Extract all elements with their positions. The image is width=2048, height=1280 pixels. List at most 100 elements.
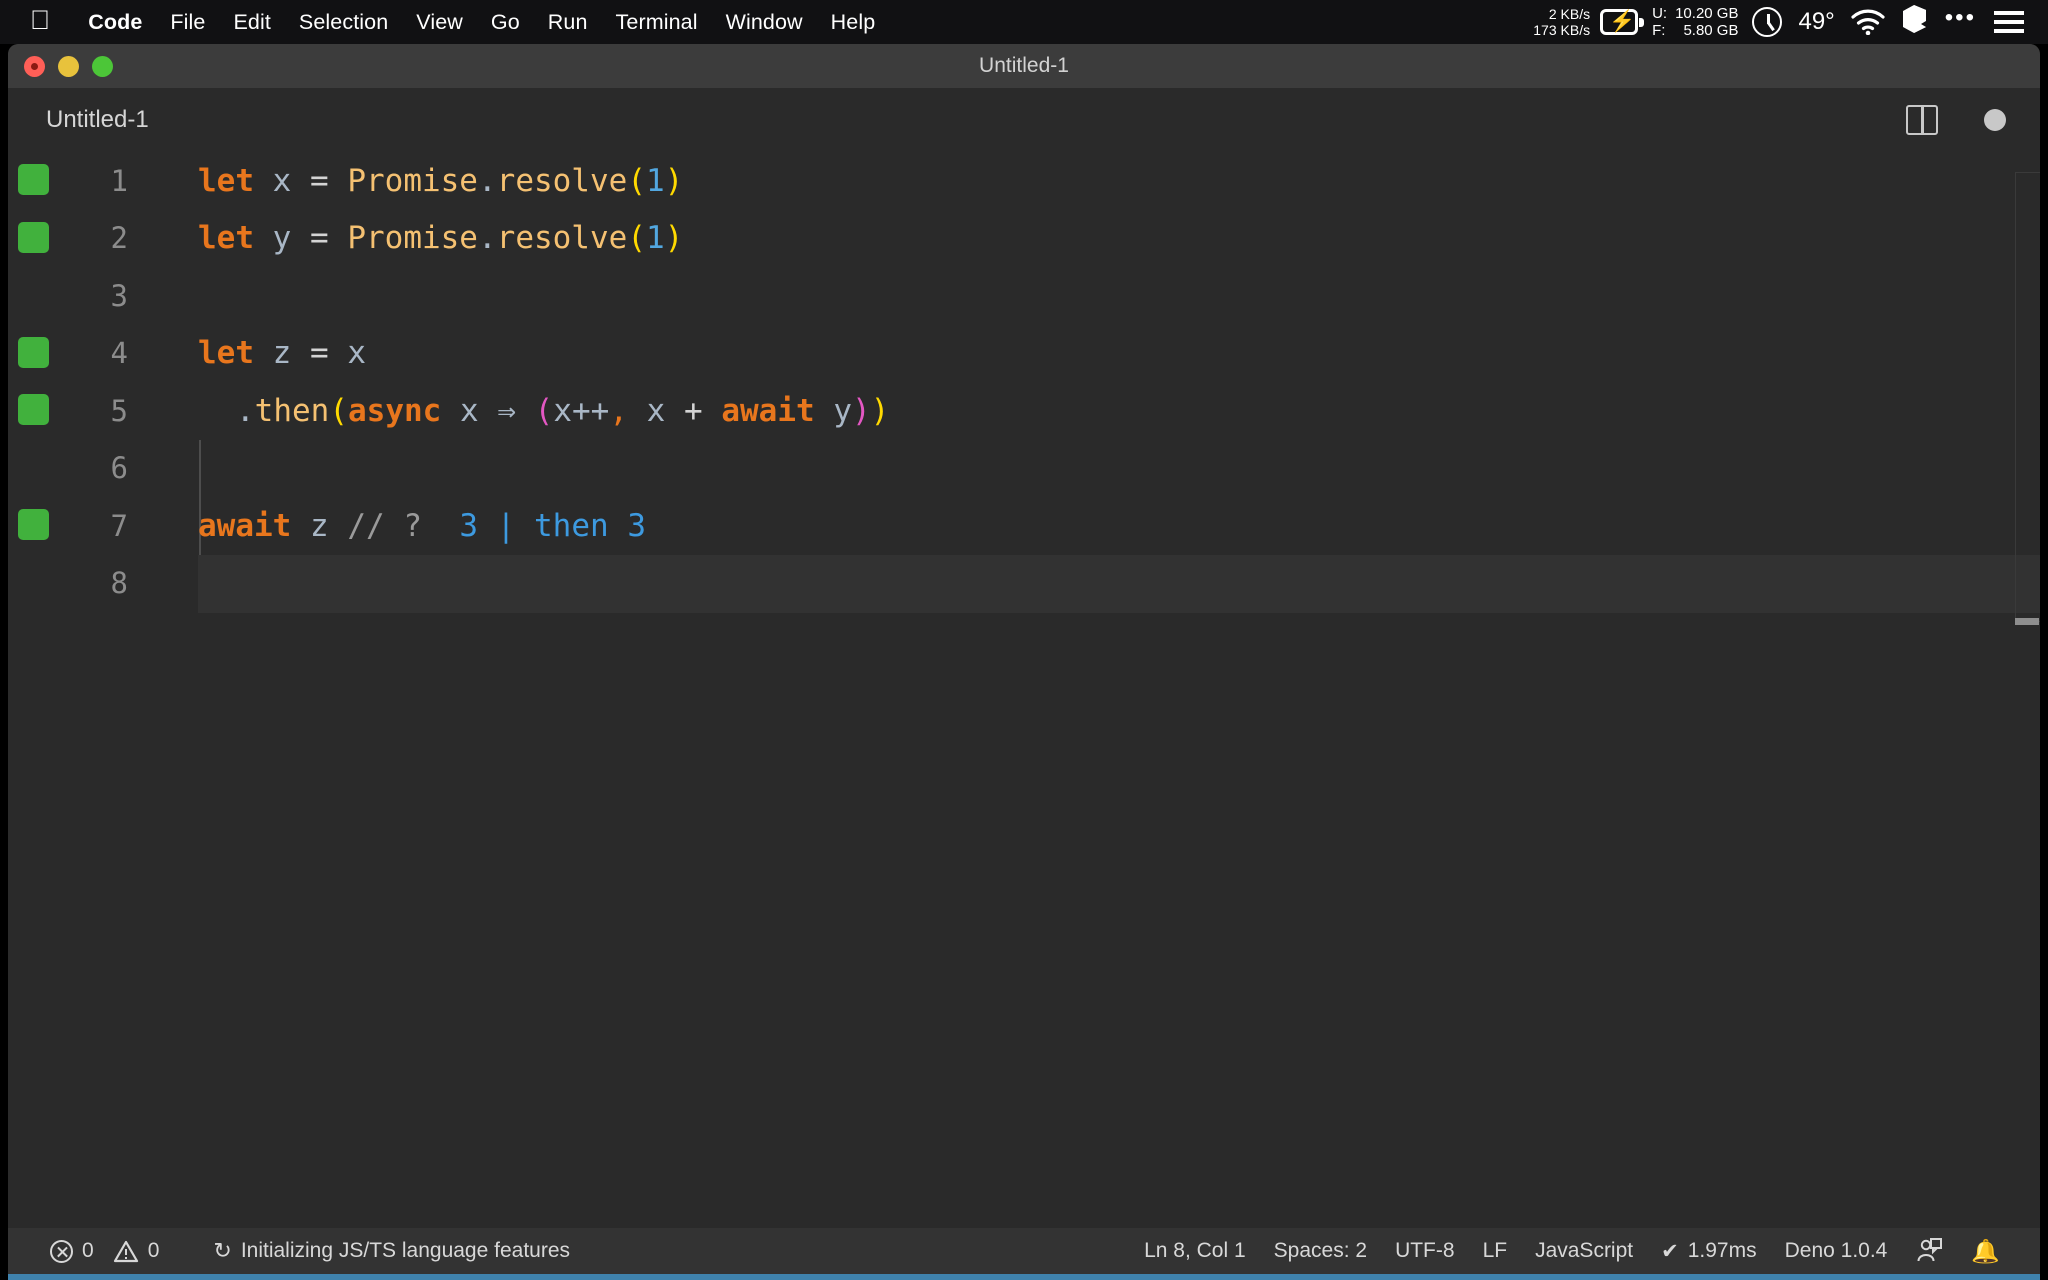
- apple-logo-icon[interactable]: : [30, 7, 50, 34]
- memory-free-label: F:: [1652, 22, 1667, 39]
- token-dot: .: [478, 220, 497, 256]
- code-line-2[interactable]: 2 let y = Promise.resolve(1): [8, 210, 2040, 268]
- code-line-text: await z // ? 3 | then 3: [198, 508, 646, 544]
- code-line-6[interactable]: 6: [8, 440, 2040, 498]
- memory-indicator[interactable]: U: F: 10.20 GB 5.80 GB: [1652, 5, 1738, 39]
- menu-item-view[interactable]: View: [402, 10, 477, 35]
- bell-icon[interactable]: 🔔: [1957, 1238, 2014, 1265]
- ellipsis-icon[interactable]: •••: [1945, 4, 1976, 32]
- split-editor-icon[interactable]: [1906, 105, 1938, 135]
- token-object: Promise: [347, 163, 478, 199]
- token-variable-y: y: [815, 393, 852, 429]
- token-bracket-open-inner: (: [516, 393, 553, 429]
- token-bracket-close-inner: ): [852, 393, 871, 429]
- unsaved-dot-icon[interactable]: [1984, 109, 2006, 131]
- menu-bar-status-items: 2 KB/s 173 KB/s ⚡ U: F: 10.20 GB 5.80 GB…: [1533, 4, 2048, 40]
- code-line-4[interactable]: 4 let z = x: [8, 325, 2040, 383]
- line-number: 7: [68, 509, 128, 543]
- token-operator: =: [310, 163, 347, 199]
- token-keyword-await: await: [198, 508, 291, 544]
- gutter-run-marker[interactable]: [18, 394, 49, 425]
- code-line-text: let z = x: [198, 335, 366, 371]
- code-line-text: let y = Promise.resolve(1): [198, 220, 683, 256]
- menu-item-go[interactable]: Go: [477, 10, 534, 35]
- token-function: resolve: [497, 220, 628, 256]
- check-icon: ✔: [1661, 1239, 1679, 1264]
- line-number: 6: [68, 451, 128, 485]
- tab-untitled-1[interactable]: Untitled-1: [8, 88, 175, 152]
- token-plus: +: [684, 393, 721, 429]
- token-arrow: ⇒: [497, 393, 516, 429]
- battery-charging-icon[interactable]: ⚡: [1600, 9, 1644, 35]
- token-variable: y: [254, 220, 310, 256]
- gutter-run-marker[interactable]: [18, 509, 49, 540]
- scrollbar-track: [2015, 172, 2040, 622]
- menu-item-code[interactable]: Code: [74, 10, 156, 35]
- clock-icon[interactable]: [1752, 7, 1782, 37]
- status-bar-accent-strip: [8, 1274, 2040, 1280]
- editor-tab-bar: Untitled-1: [8, 88, 2040, 152]
- code-line-7[interactable]: 7 await z // ? 3 | then 3: [8, 497, 2040, 555]
- token-function: resolve: [497, 163, 628, 199]
- status-timing[interactable]: ✔ 1.97ms: [1647, 1239, 1770, 1264]
- editor-vertical-scrollbar[interactable]: [2012, 152, 2040, 1240]
- status-indentation[interactable]: Spaces: 2: [1260, 1239, 1381, 1263]
- menu-item-help[interactable]: Help: [817, 10, 890, 35]
- warning-triangle-icon: [113, 1240, 139, 1263]
- token-bracket-close: ): [665, 163, 684, 199]
- status-encoding[interactable]: UTF-8: [1381, 1239, 1469, 1263]
- sync-icon: ↻: [213, 1238, 231, 1264]
- gutter-run-marker[interactable]: [18, 222, 49, 253]
- error-circle-icon: [50, 1240, 73, 1263]
- code-editor[interactable]: 1 let x = Promise.resolve(1) 2 let y = P…: [8, 152, 2040, 1240]
- menu-item-terminal[interactable]: Terminal: [602, 10, 712, 35]
- inline-value-separator: |: [497, 508, 516, 544]
- status-bar-right: Ln 8, Col 1 Spaces: 2 UTF-8 LF JavaScrip…: [1130, 1237, 2040, 1265]
- control-center-list-icon[interactable]: [1994, 11, 2024, 33]
- token-bracket-open: (: [329, 393, 348, 429]
- error-count: 0: [82, 1239, 94, 1263]
- status-problems[interactable]: 0 0: [36, 1239, 173, 1263]
- memory-used-label: U:: [1652, 5, 1667, 22]
- status-language-service[interactable]: ↻ Initializing JS/TS language features: [199, 1238, 584, 1264]
- code-line-3[interactable]: 3: [8, 267, 2040, 325]
- macos-menu-bar:  Code File Edit Selection View Go Run T…: [0, 0, 2048, 44]
- token-bracket-open: (: [627, 220, 646, 256]
- code-line-5[interactable]: 5 .then(async x ⇒ (x++, x + await y)): [8, 382, 2040, 440]
- token-increment: x++: [553, 393, 609, 429]
- line-number: 4: [68, 336, 128, 370]
- token-keyword: let: [198, 220, 254, 256]
- status-runtime[interactable]: Deno 1.0.4: [1771, 1239, 1902, 1263]
- menu-item-selection[interactable]: Selection: [285, 10, 402, 35]
- code-line-8[interactable]: 8: [8, 555, 2040, 613]
- status-cursor-position[interactable]: Ln 8, Col 1: [1130, 1239, 1260, 1263]
- tab-label: Untitled-1: [46, 106, 149, 134]
- status-language-mode[interactable]: JavaScript: [1521, 1239, 1647, 1263]
- network-speed-indicator[interactable]: 2 KB/s 173 KB/s: [1533, 6, 1590, 38]
- vscode-window: Untitled-1 Untitled-1 1 let x = Promise.…: [8, 44, 2040, 1280]
- token-keyword: let: [198, 163, 254, 199]
- line-number: 5: [68, 394, 128, 428]
- line-number: 2: [68, 221, 128, 255]
- feedback-icon[interactable]: [1901, 1237, 1957, 1265]
- token-operator: =: [310, 335, 347, 371]
- memory-used-value: 10.20 GB: [1675, 5, 1738, 22]
- token-variable: z: [291, 508, 347, 544]
- token-bracket-close: ): [665, 220, 684, 256]
- code-line-1[interactable]: 1 let x = Promise.resolve(1): [8, 152, 2040, 210]
- token-variable: x: [254, 163, 310, 199]
- cube-icon[interactable]: [1901, 4, 1927, 40]
- gutter-run-marker[interactable]: [18, 337, 49, 368]
- memory-free-value: 5.80 GB: [1675, 22, 1738, 39]
- token-bracket-close: ): [871, 393, 890, 429]
- gutter-run-marker[interactable]: [18, 164, 49, 195]
- menu-item-edit[interactable]: Edit: [219, 10, 284, 35]
- token-param: x: [441, 393, 497, 429]
- menu-item-window[interactable]: Window: [712, 10, 817, 35]
- menu-item-file[interactable]: File: [156, 10, 219, 35]
- status-eol[interactable]: LF: [1469, 1239, 1522, 1263]
- temperature-indicator[interactable]: 49°: [1798, 8, 1834, 36]
- scrollbar-thumb[interactable]: [2015, 618, 2039, 625]
- menu-item-run[interactable]: Run: [534, 10, 602, 35]
- wifi-icon[interactable]: [1851, 9, 1885, 35]
